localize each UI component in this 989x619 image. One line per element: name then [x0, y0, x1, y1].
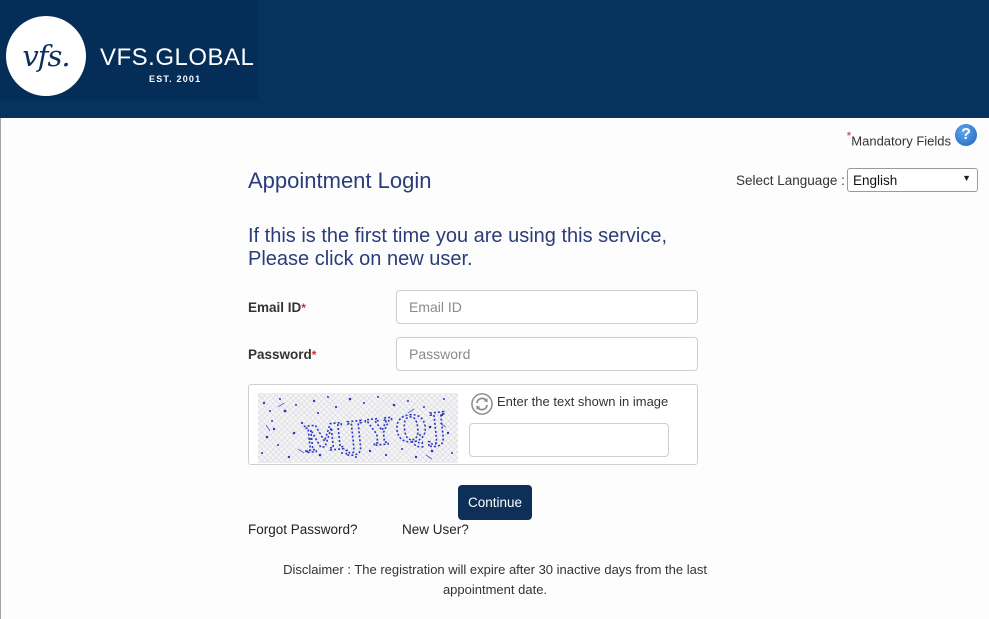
email-required-star: * — [301, 301, 306, 315]
disclaimer-line-1: Disclaimer : The registration will expir… — [283, 562, 707, 577]
new-user-link[interactable]: New User? — [402, 522, 469, 537]
disclaimer-line-2: appointment date. — [442, 582, 548, 597]
mandatory-fields-text: Mandatory Fields — [851, 133, 951, 149]
disclaimer-text: Disclaimer : The registration will expir… — [270, 560, 720, 600]
logo-badge: vfs. — [6, 16, 86, 96]
captcha-image: MJYQJ — [258, 393, 458, 463]
captcha-panel: MJYQJ Enter the text shown in image — [248, 384, 698, 465]
page-title: Appointment Login — [248, 168, 432, 193]
password-label-text: Password — [248, 347, 312, 362]
email-label-text: Email ID — [248, 300, 302, 315]
refresh-icon[interactable] — [471, 393, 493, 415]
captcha-input[interactable] — [469, 423, 669, 457]
vfs-global-logo[interactable]: vfs. VFS.GLOBAL EST. 2001 — [0, 0, 258, 100]
continue-button[interactable]: Continue — [458, 485, 532, 520]
intro-line-2: Please click on new user. — [248, 248, 473, 270]
language-selected-value: English — [853, 173, 898, 188]
language-label: Select Language : — [736, 173, 845, 188]
logo-established: EST. 2001 — [149, 74, 202, 84]
email-input[interactable] — [396, 290, 698, 324]
email-label: Email ID* — [248, 300, 306, 315]
mandatory-fields-note: *Mandatory Fields — [847, 129, 951, 148]
intro-line-1: If this is the first time you are using … — [248, 225, 668, 247]
captcha-text: MJYQJ — [302, 404, 452, 461]
logo-monogram: vfs. — [22, 39, 70, 73]
password-input[interactable] — [396, 337, 698, 371]
logo-wordmark: VFS.GLOBAL — [100, 44, 255, 71]
password-required-star: * — [311, 348, 317, 362]
intro-text: If this is the first time you are using … — [248, 225, 708, 271]
forgot-password-link[interactable]: Forgot Password? — [248, 522, 358, 537]
captcha-prompt: Enter the text shown in image — [497, 394, 669, 409]
dropdown-arrow-icon: ▼ — [962, 173, 971, 183]
help-icon[interactable]: ? — [955, 124, 977, 146]
header-bar: vfs. VFS.GLOBAL EST. 2001 — [0, 0, 989, 118]
password-label: Password* — [248, 347, 316, 362]
language-select[interactable]: English ▼ — [847, 168, 978, 192]
